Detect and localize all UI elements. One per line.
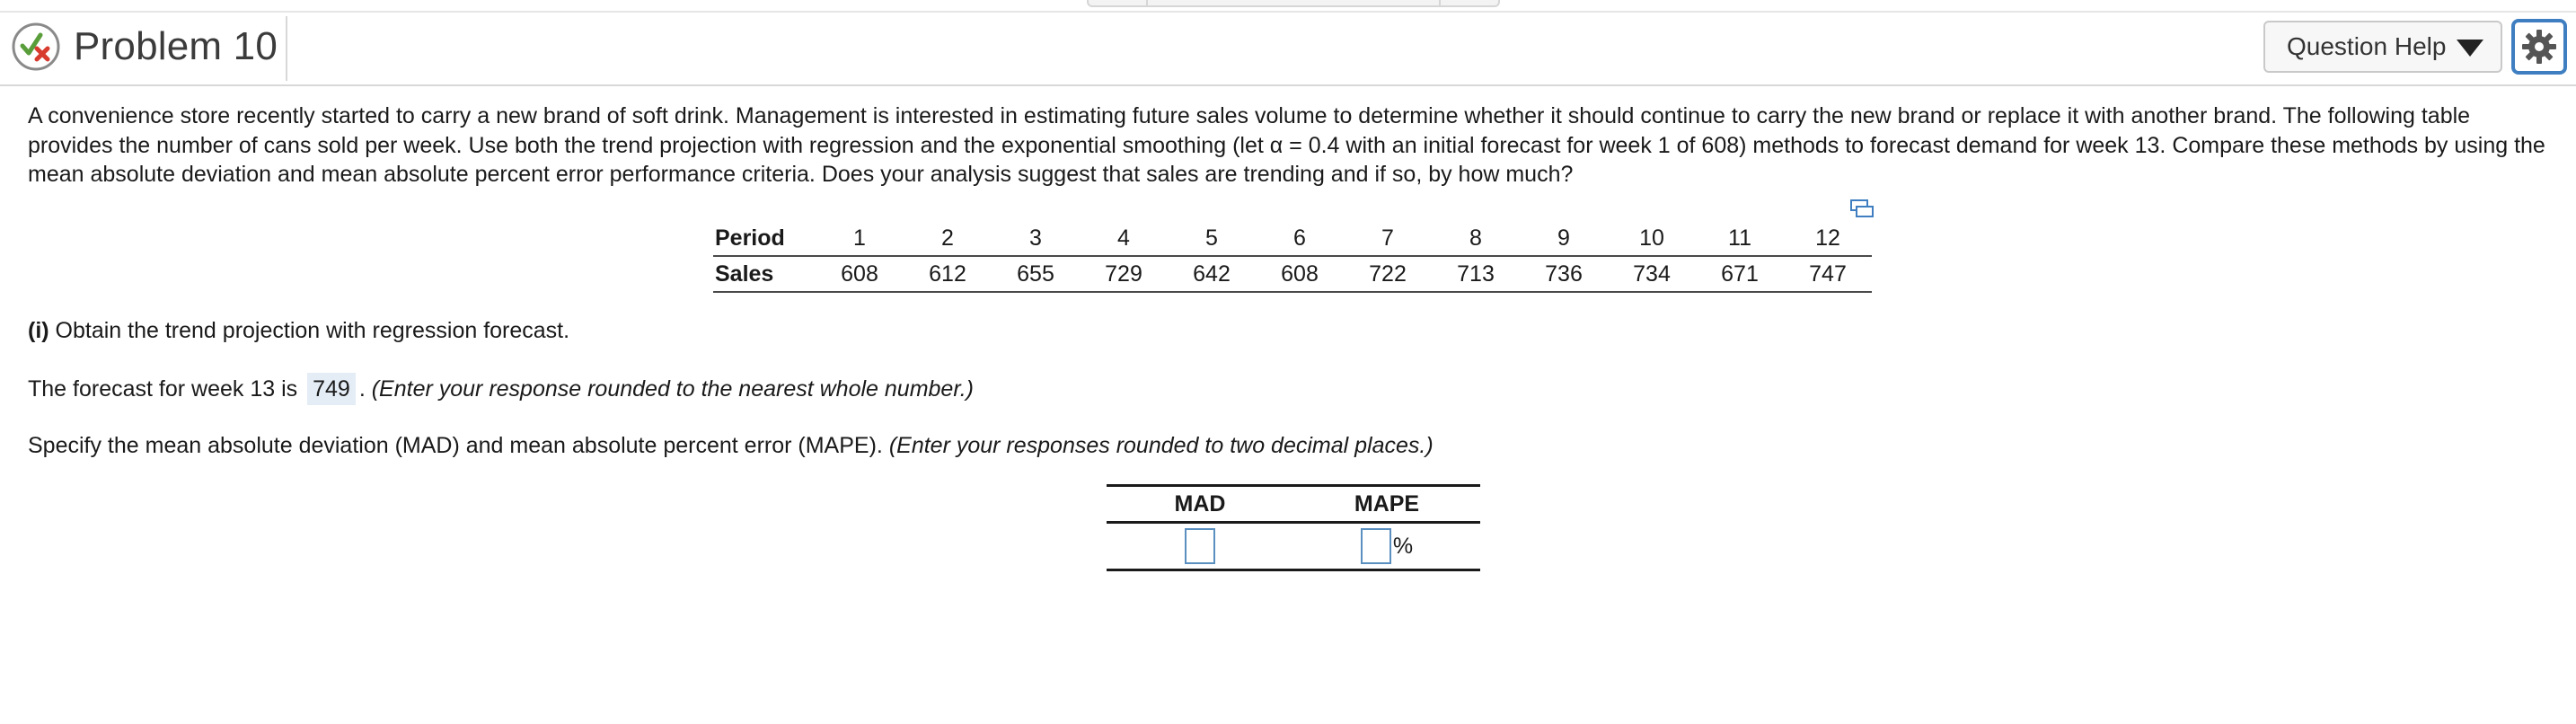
forecast-prefix: The forecast for week 13 is: [28, 376, 304, 402]
mad-prompt: Specify the mean absolute deviation (MAD…: [28, 433, 889, 458]
period-cell: 4: [1080, 221, 1168, 257]
period-cell: 10: [1608, 221, 1696, 257]
sales-cell: 713: [1432, 256, 1520, 293]
top-tab-divider: [1439, 0, 1441, 5]
period-cell: 6: [1256, 221, 1344, 257]
sales-cell: 608: [1256, 256, 1344, 293]
period-cell: 2: [904, 221, 992, 257]
forecast-line: The forecast for week 13 is 749. (Enter …: [28, 373, 974, 405]
period-cell: 11: [1696, 221, 1784, 257]
title-divider: [286, 16, 287, 81]
page-title: Problem 10: [74, 24, 278, 68]
mad-cell: [1107, 528, 1293, 564]
period-cell: 5: [1168, 221, 1256, 257]
sales-cell: 734: [1608, 256, 1696, 293]
mad-prompt-line: Specify the mean absolute deviation (MAD…: [28, 431, 1434, 460]
period-cell: 3: [992, 221, 1080, 257]
part-i-label: (i) Obtain the trend projection with reg…: [28, 316, 569, 345]
period-cell: 7: [1344, 221, 1432, 257]
mad-input[interactable]: [1185, 528, 1215, 564]
percent-sign: %: [1392, 533, 1414, 559]
sales-cell: 642: [1168, 256, 1256, 293]
question-help-button[interactable]: Question Help: [2263, 21, 2502, 73]
problem-header: Problem 10 Question Help: [0, 13, 2576, 86]
gear-icon: [2522, 30, 2556, 64]
part-i-text: Obtain the trend projection with regress…: [49, 318, 570, 343]
sales-data-table: Period 1 2 3 4 5 6 7 8 9 10 11 12 Sales …: [713, 221, 1872, 293]
sales-row-label: Sales: [713, 256, 816, 293]
top-tab-divider: [1146, 0, 1148, 5]
top-strip: [0, 0, 2576, 13]
top-tab-group: [1087, 0, 1500, 7]
sales-cell: 729: [1080, 256, 1168, 293]
part-i-number: (i): [28, 318, 49, 343]
period-cell: 12: [1784, 221, 1872, 257]
forecast-suffix: .: [358, 376, 372, 402]
alpha-value: α = 0.4: [1269, 132, 1340, 158]
mad-mape-table: MAD MAPE %: [1107, 484, 1480, 571]
sales-cell: 747: [1784, 256, 1872, 293]
mape-cell: %: [1293, 528, 1480, 564]
settings-button[interactable]: [2511, 19, 2567, 75]
partial-correct-icon: [12, 22, 60, 71]
period-row-label: Period: [713, 221, 816, 257]
sales-cell: 608: [816, 256, 904, 293]
period-cell: 9: [1520, 221, 1608, 257]
period-row: Period 1 2 3 4 5 6 7 8 9 10 11 12: [713, 221, 1872, 257]
sales-cell: 736: [1520, 256, 1608, 293]
sales-cell: 655: [992, 256, 1080, 293]
sales-row: Sales 608 612 655 729 642 608 722 713 73…: [713, 256, 1872, 293]
question-text: A convenience store recently started to …: [28, 102, 2552, 190]
mad-mape-header-row: MAD MAPE: [1107, 487, 1480, 524]
caret-down-icon: [2457, 39, 2484, 57]
forecast-hint: (Enter your response rounded to the near…: [371, 376, 975, 402]
question-help-label: Question Help: [2287, 32, 2447, 60]
mad-column-header: MAD: [1174, 490, 1226, 517]
mape-input[interactable]: [1360, 528, 1391, 564]
forecast-answer[interactable]: 749: [307, 373, 356, 405]
sales-cell: 612: [904, 256, 992, 293]
mad-mape-input-row: %: [1107, 524, 1480, 569]
expand-table-icon[interactable]: [1850, 199, 1874, 217]
sales-cell: 722: [1344, 256, 1432, 293]
mape-column-header: MAPE: [1354, 490, 1420, 517]
mad-hint: (Enter your responses rounded to two dec…: [888, 433, 1434, 458]
period-cell: 1: [816, 221, 904, 257]
period-cell: 8: [1432, 221, 1520, 257]
sales-cell: 671: [1696, 256, 1784, 293]
